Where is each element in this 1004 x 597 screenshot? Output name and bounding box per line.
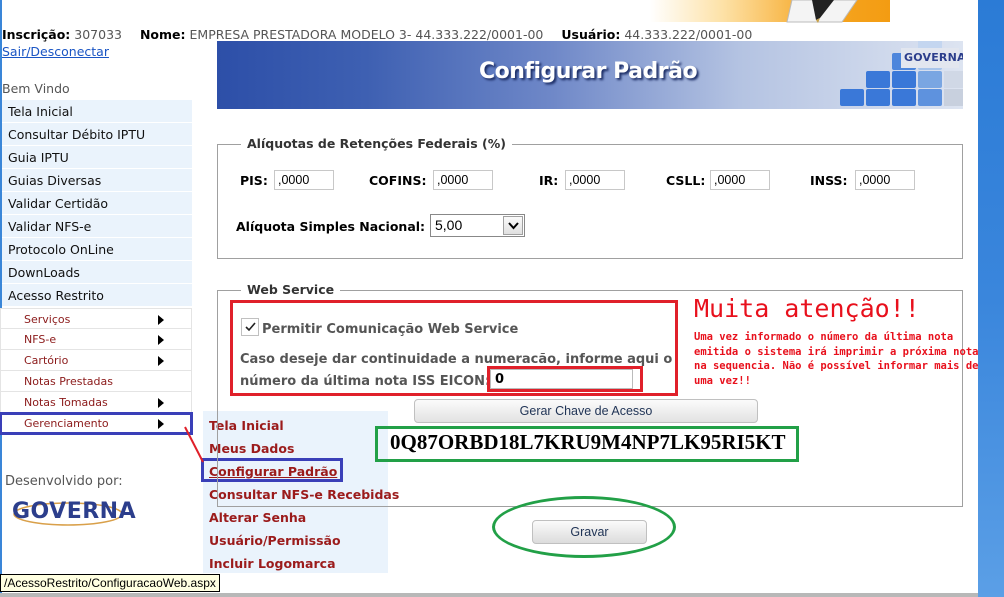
submenu-item-label: Gerenciamento [24, 417, 109, 430]
usuario-value: 44.333.222/0001-00 [624, 27, 753, 42]
submenu-item-label: Serviços [24, 313, 71, 326]
pis-label: PIS: [240, 173, 268, 188]
submenu-item-label: NFS-e [24, 333, 57, 346]
annotation-red-box-input [487, 366, 643, 392]
flyout-item-alterar-senha[interactable]: Alterar Senha [203, 506, 388, 529]
chevron-right-icon [158, 315, 164, 325]
inss-input[interactable] [855, 170, 915, 190]
chevron-right-icon [158, 398, 164, 408]
inscricao-label: Inscrição: [2, 27, 71, 42]
developed-by-label: Desenvolvido por: [5, 474, 123, 489]
simples-nacional-select[interactable]: 5,00 [430, 214, 525, 237]
nome-value: EMPRESA PRESTADORA MODELO 3- 44.333.222/… [189, 27, 544, 42]
chevron-right-icon [158, 356, 164, 366]
checkmark-icon [245, 322, 256, 332]
retencoes-fieldset: Alíquotas de Retenções Federais (%) [217, 136, 963, 259]
inss-label: INSS: [810, 173, 848, 188]
webservice-checkbox[interactable] [241, 318, 259, 336]
sidebar-item-protocolo-online[interactable]: Protocolo OnLine [2, 238, 192, 261]
simples-nacional-value: 5,00 [435, 217, 463, 233]
sidebar-item-tela-inicial[interactable]: Tela Inicial [2, 100, 192, 123]
inscricao-value: 307033 [74, 27, 122, 42]
submenu-item-cartorio[interactable]: Cartório [0, 350, 192, 371]
window-bottom-edge [0, 593, 978, 597]
sidebar-item-guias-diversas[interactable]: Guias Diversas [2, 169, 192, 192]
pis-input[interactable] [274, 170, 334, 190]
simples-nacional-label: Alíquota Simples Nacional: [236, 219, 426, 234]
continuity-text-line1: Caso deseje dar continuidade a numeracão… [240, 352, 673, 367]
header-brand-logo: GOVERNA [901, 48, 963, 68]
status-url-tooltip: /AcessoRestrito/ConfiguracaoWeb.aspx [0, 574, 220, 592]
governa-logo: GOVERNA [10, 496, 136, 532]
generate-access-key-button[interactable]: Gerar Chave de Acesso [414, 399, 758, 423]
sidebar-item-downloads[interactable]: DownLoads [2, 261, 192, 284]
restricted-submenu: Serviços NFS-e Cartório Notas Prestadas … [0, 308, 193, 435]
webservice-checkbox-label: Permitir Comunicação Web Service [262, 322, 519, 337]
sidebar-item-guia-iptu[interactable]: Guia IPTU [2, 146, 192, 169]
page-header-banner: Configurar Padrão GOVERNA [217, 41, 963, 109]
chevron-down-icon[interactable] [503, 216, 523, 235]
chevron-right-icon [158, 419, 164, 429]
submenu-item-nfse[interactable]: NFS-e [0, 329, 192, 350]
pen-paper-icon [786, 0, 858, 23]
welcome-text: Bem Vindo [2, 81, 70, 96]
sidebar-item-acesso-restrito[interactable]: Acesso Restrito [2, 284, 192, 307]
csll-label: CSLL: [666, 173, 706, 188]
continuity-text-line2: número da última nota ISS EICON: [240, 374, 491, 389]
info-bar: Inscrição: 307033 Nome: EMPRESA PRESTADO… [2, 27, 752, 42]
logout-link[interactable]: Sair/Desconectar [2, 44, 109, 59]
retencoes-legend: Alíquotas de Retenções Federais (%) [241, 136, 512, 151]
submenu-item-notas-prestadas[interactable]: Notas Prestadas [0, 371, 192, 392]
csll-input[interactable] [710, 170, 770, 190]
flyout-item-usuario-permissao[interactable]: Usuário/Permissão [203, 529, 388, 552]
submenu-item-gerenciamento[interactable]: Gerenciamento [0, 412, 193, 435]
flyout-item-incluir-logomarca[interactable]: Incluir Logomarca [203, 552, 388, 575]
submenu-item-label: Notas Tomadas [24, 396, 108, 409]
webservice-legend: Web Service [241, 282, 341, 297]
cofins-label: COFINS: [369, 173, 427, 188]
chevron-right-icon [158, 335, 164, 345]
usuario-label: Usuário: [561, 27, 621, 42]
access-key-value: 0Q87ORBD18L7KRU9M4NP7LK95RI5KT [390, 430, 786, 454]
sidebar-item-validar-certidao[interactable]: Validar Certidão [2, 192, 192, 215]
submenu-item-label: Notas Prestadas [24, 375, 113, 388]
sidebar-item-consultar-debito-iptu[interactable]: Consultar Débito IPTU [2, 123, 192, 146]
warning-title: Muita atenção!! [694, 294, 920, 323]
submenu-item-notas-tomadas[interactable]: Notas Tomadas [0, 392, 192, 413]
cofins-input[interactable] [433, 170, 493, 190]
sidebar-menu: Tela Inicial Consultar Débito IPTU Guia … [2, 100, 192, 307]
save-button[interactable]: Gravar [532, 520, 647, 544]
submenu-item-servicos[interactable]: Serviços [0, 308, 192, 329]
sidebar-item-validar-nfse[interactable]: Validar NFS-e [2, 215, 192, 238]
ir-label: IR: [539, 173, 559, 188]
submenu-item-label: Cartório [24, 354, 69, 367]
window-right-scrollbar-area [978, 0, 1004, 597]
nome-label: Nome: [139, 27, 186, 42]
page-title: Configurar Padrão [479, 59, 698, 84]
warning-text: Uma vez informado o número da última not… [694, 331, 979, 387]
ir-input[interactable] [565, 170, 625, 190]
